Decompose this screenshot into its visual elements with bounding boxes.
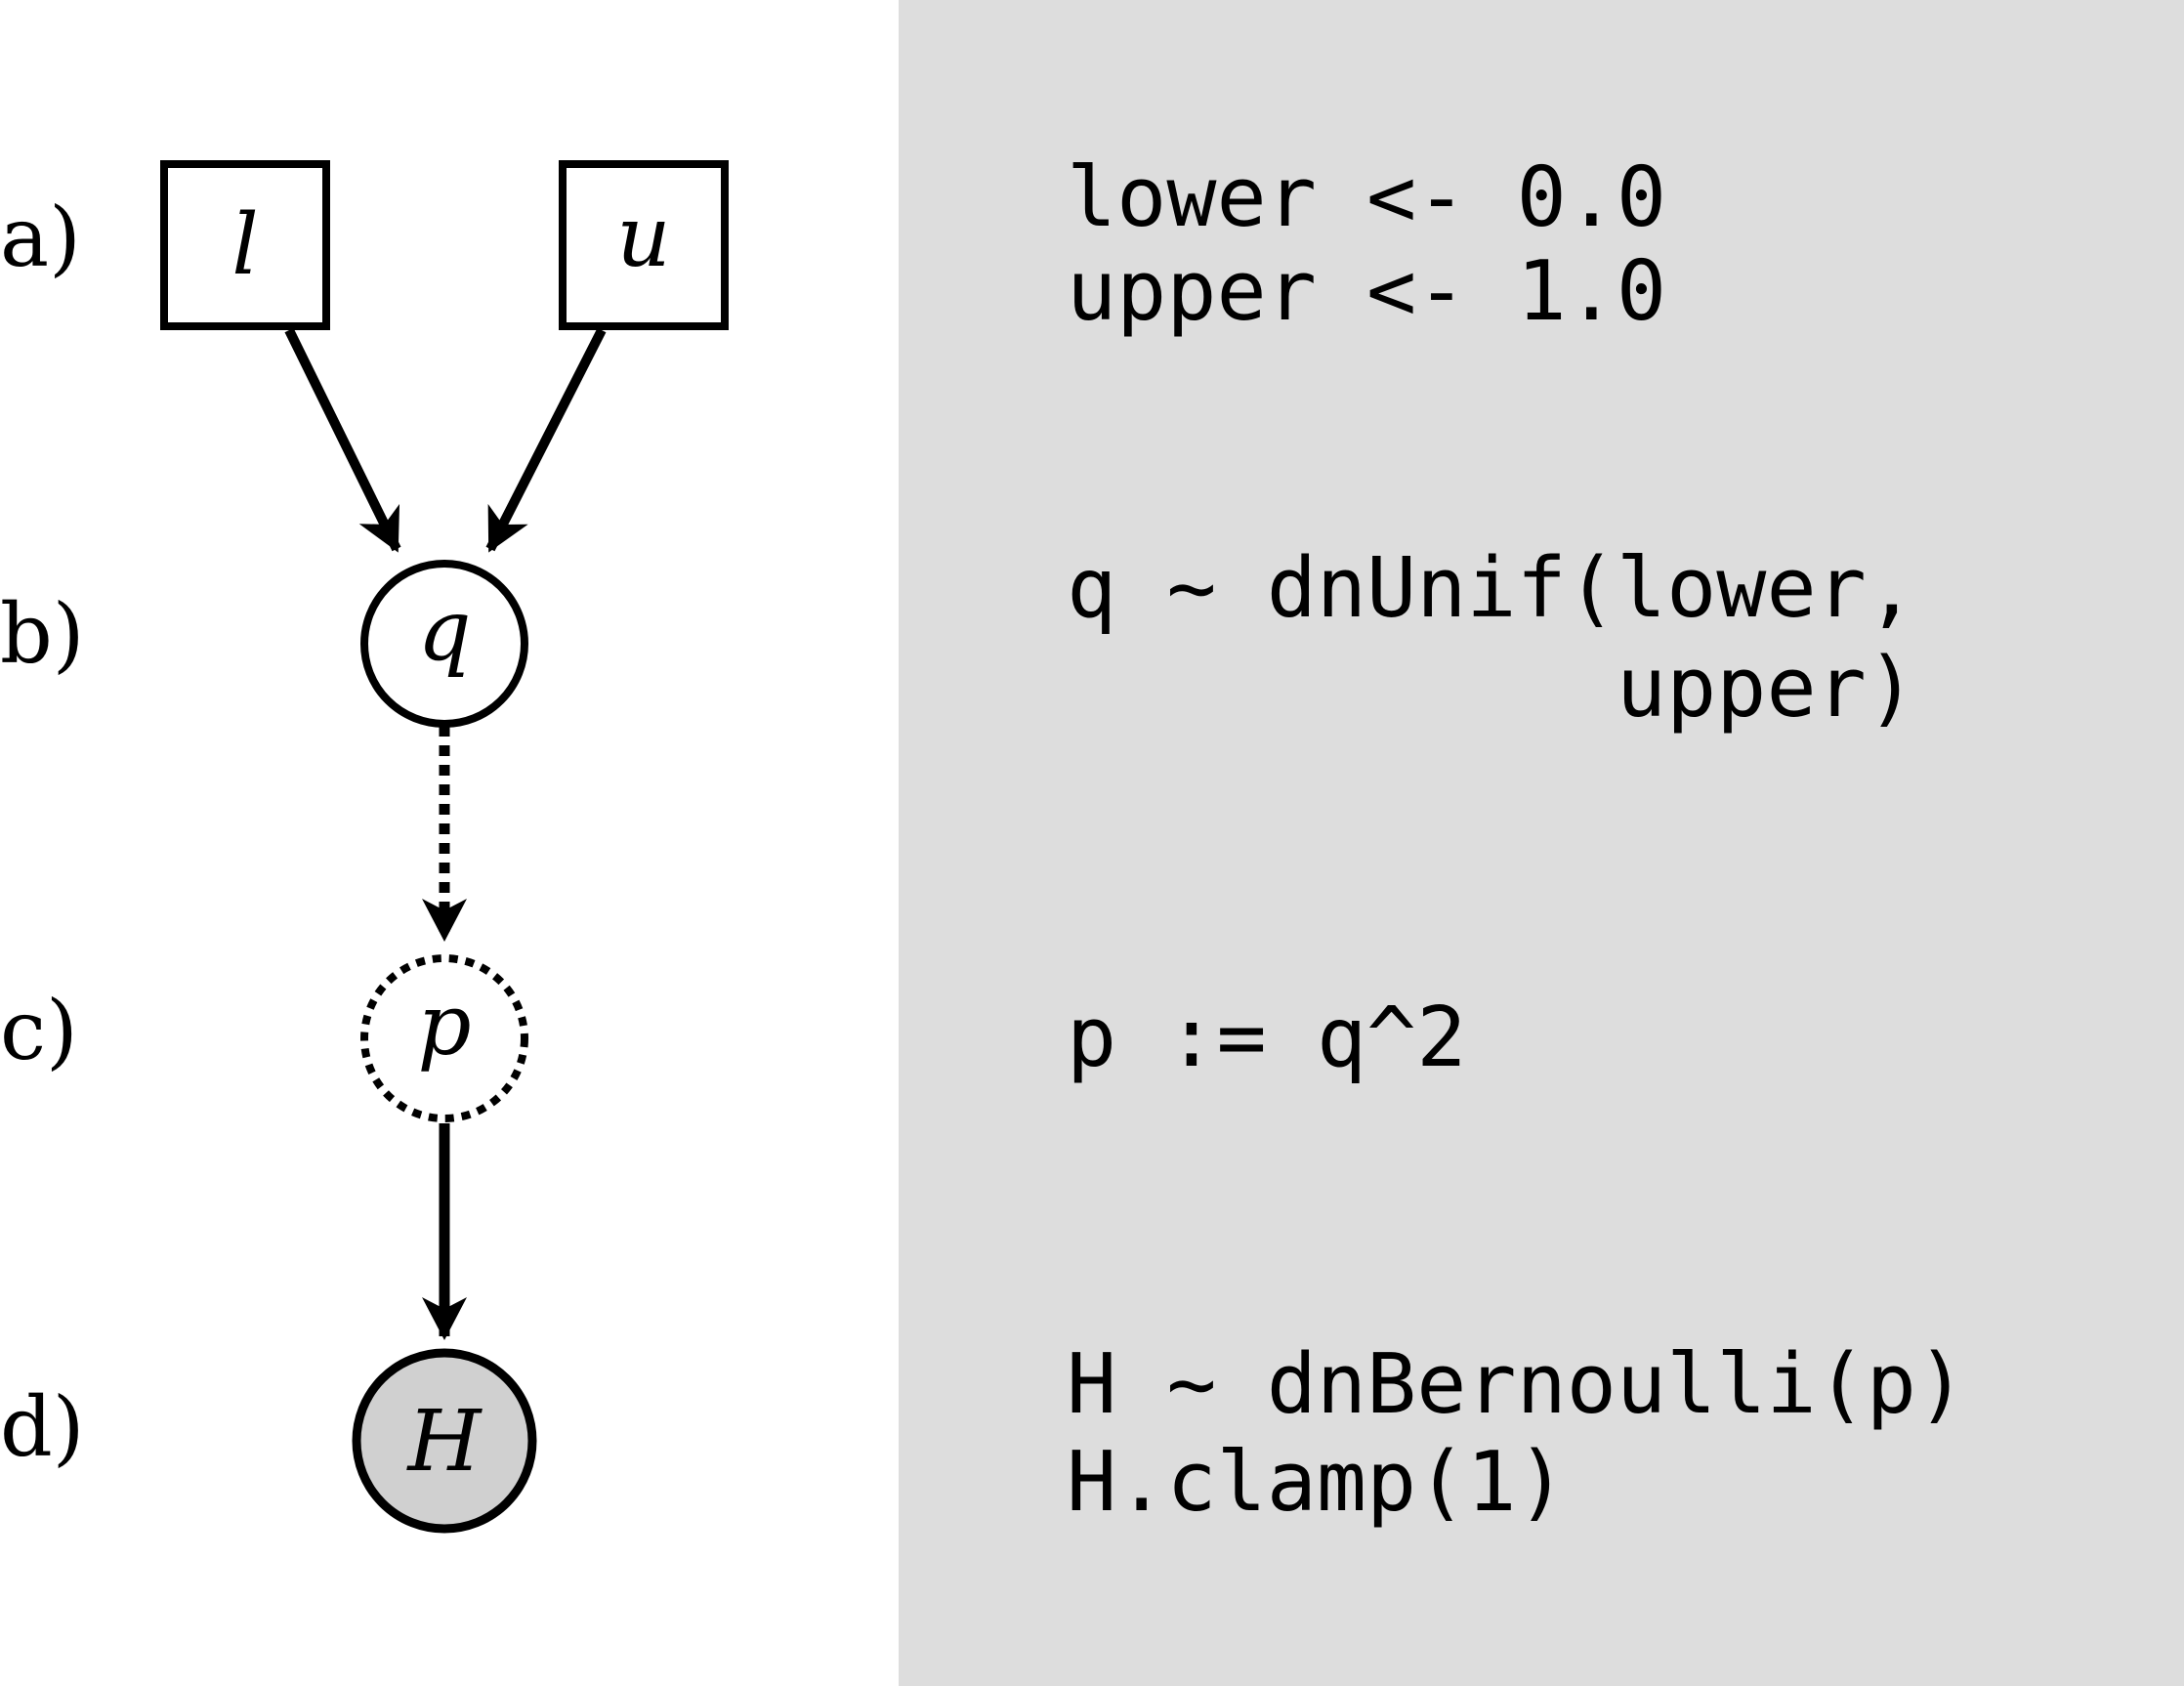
node-p: p: [360, 954, 528, 1122]
node-H-label: H: [406, 1393, 483, 1491]
row-label-a: a): [0, 190, 81, 285]
code-line-d1: H ∼ dnBernoulli(p): [1067, 1336, 1967, 1433]
edge-u-to-q: [485, 327, 607, 553]
node-H: H: [352, 1348, 537, 1534]
code-line-a1: lower <- 0.0: [1067, 149, 1667, 246]
edge-l-to-q: [284, 327, 401, 553]
row-label-d: d): [0, 1379, 85, 1475]
row-label-b: b): [0, 586, 85, 682]
node-q: q: [360, 560, 528, 728]
code-line-b2: upper): [1067, 640, 1916, 737]
code-line-d2: H.clamp(1): [1067, 1434, 1567, 1531]
code-line-b1: q ∼ dnUnif(lower,: [1067, 540, 1916, 637]
row-label-c: c): [0, 983, 78, 1078]
node-p-label: p: [417, 977, 471, 1075]
node-u-label: u: [616, 189, 670, 286]
node-u: u: [559, 160, 729, 330]
code-line-a2: upper <- 1.0: [1067, 243, 1667, 340]
node-l-label: l: [231, 196, 259, 294]
node-l: l: [160, 160, 330, 330]
graphical-model: a) b) c) d) l u q p H: [0, 160, 729, 1534]
node-q-label: q: [417, 582, 471, 680]
code-line-c1: p := q^2: [1067, 990, 1467, 1086]
